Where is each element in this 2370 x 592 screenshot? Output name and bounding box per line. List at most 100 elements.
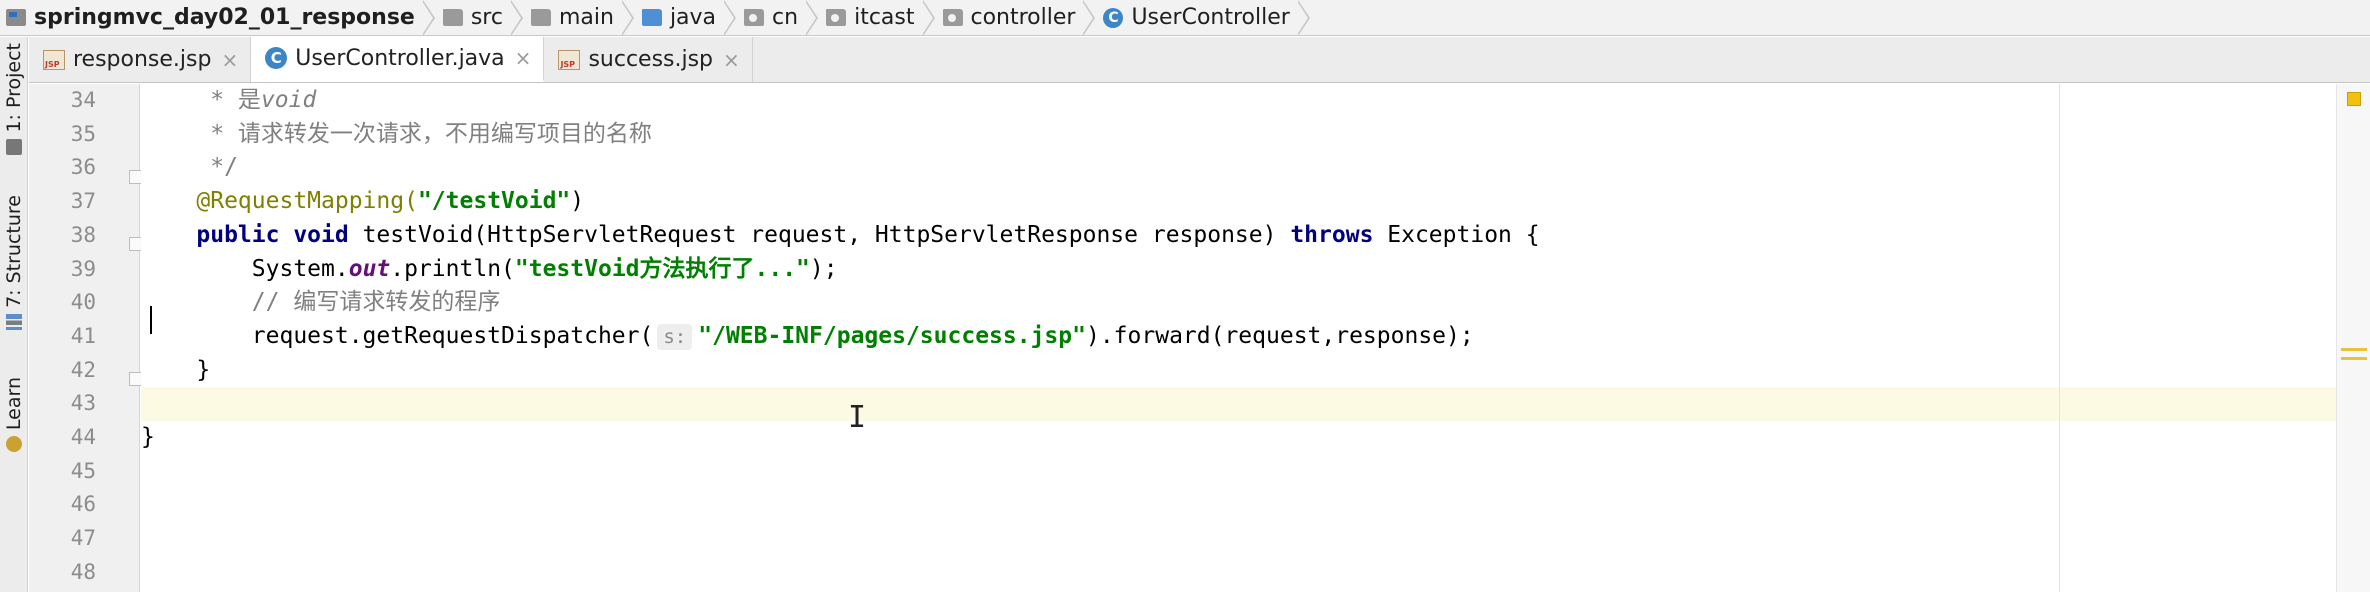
line-number: 39: [70, 256, 96, 281]
close-icon[interactable]: ×: [515, 46, 532, 70]
line-number: 47: [70, 526, 96, 551]
code-line-40: // 编写请求转发的程序: [141, 286, 2370, 320]
breadcrumb-label: java: [669, 5, 717, 30]
breadcrumb-separator: [1296, 0, 1310, 36]
breadcrumb-separator: [805, 0, 819, 36]
code-text: );: [809, 255, 838, 282]
breadcrumb-usercontroller[interactable]: C UserController: [1103, 0, 1293, 36]
folder-icon: [530, 9, 551, 26]
code-text: System.: [141, 255, 349, 282]
keyword-text: throws: [1290, 221, 1374, 248]
static-field: out: [348, 255, 391, 282]
jsp-badge: JSP: [45, 59, 60, 69]
navigation-bar: springmvc_day02_01_response src main jav…: [0, 0, 2370, 36]
right-margin-guide: [2059, 84, 2060, 592]
code-line-42: }: [141, 354, 2370, 388]
package-icon: [942, 9, 963, 26]
line-number: 42: [70, 357, 96, 382]
breadcrumb-java[interactable]: java: [641, 0, 720, 36]
tab-response-jsp[interactable]: JSP response.jsp ×: [29, 37, 252, 82]
comment-text: void: [260, 87, 317, 113]
error-stripe[interactable]: [2336, 84, 2370, 592]
line-number: 35: [70, 121, 96, 146]
string-literal: "/testVoid": [417, 188, 571, 215]
line-number: 43: [70, 391, 96, 416]
line-number: 45: [70, 458, 96, 483]
code-text: testVoid(HttpServletRequest request, Htt…: [362, 221, 1291, 248]
folder-icon: [442, 9, 463, 26]
class-icon: C: [1103, 7, 1124, 28]
package-icon: [744, 9, 765, 26]
code-line-37: @RequestMapping("/testVoid"): [141, 185, 2370, 219]
breadcrumb-label: controller: [970, 5, 1076, 30]
package-icon: [826, 9, 847, 26]
tab-success-jsp[interactable]: JSP success.jsp ×: [544, 37, 753, 82]
code-editor[interactable]: * 是void * 请求转发一次请求，不用编写项目的名称 */ @Request…: [141, 84, 2370, 592]
breadcrumb-label: itcast: [854, 5, 915, 30]
breadcrumb-separator: [723, 0, 737, 36]
project-icon: [6, 138, 22, 155]
code-line-43-current: [141, 387, 2370, 421]
keyword-text: public void: [141, 221, 363, 248]
breadcrumb-cn[interactable]: cn: [744, 0, 802, 36]
line-number: 38: [70, 222, 96, 247]
breadcrumb-separator: [620, 0, 634, 36]
structure-tool-label: 7: Structure: [3, 195, 25, 308]
jsp-file-icon: JSP: [43, 49, 65, 70]
line-number: 37: [70, 189, 96, 214]
class-icon: C: [265, 47, 288, 69]
line-number: 46: [70, 492, 96, 517]
breadcrumb-project-label: springmvc_day02_01_response: [34, 5, 415, 30]
breadcrumb-controller[interactable]: controller: [942, 0, 1080, 36]
line-number: 48: [70, 559, 96, 584]
annotation-text: @RequestMapping(: [141, 188, 418, 215]
comment-text: * 是: [141, 87, 261, 113]
line-number: 40: [70, 290, 96, 315]
code-line-35: * 请求转发一次请求，不用编写项目的名称: [141, 118, 2370, 152]
project-tool-button[interactable]: 1: Project: [0, 43, 28, 155]
learn-tool-button[interactable]: Learn: [0, 377, 28, 453]
code-text: }: [141, 356, 211, 383]
warning-marker[interactable]: [2341, 357, 2367, 360]
line-number: 34: [70, 88, 96, 112]
close-icon[interactable]: ×: [221, 48, 238, 72]
mouse-ibeam-cursor: I: [848, 400, 867, 435]
close-icon[interactable]: ×: [723, 48, 740, 72]
code-text: }: [141, 424, 155, 450]
breadcrumb-separator: [1082, 0, 1096, 36]
warning-status-icon[interactable]: [2347, 92, 2361, 106]
breadcrumb-itcast[interactable]: itcast: [826, 0, 918, 36]
code-text: request.getRequestDispatcher(: [141, 322, 654, 349]
structure-icon: [6, 313, 22, 330]
editor-gutter[interactable]: 34 35 36 37 38 39 40 41 42 43 44 45 46 4…: [29, 84, 140, 592]
jsp-badge: JSP: [560, 59, 576, 69]
warning-marker[interactable]: [2341, 348, 2367, 351]
code-line-38: public void testVoid(HttpServletRequest …: [141, 219, 2370, 253]
breadcrumb-src[interactable]: src: [442, 0, 507, 36]
module-icon: [6, 9, 26, 26]
tab-label: success.jsp: [588, 47, 714, 72]
breadcrumb-main[interactable]: main: [530, 0, 618, 36]
breadcrumb-label: cn: [772, 5, 799, 30]
line-number: 44: [70, 425, 96, 449]
structure-tool-button[interactable]: 7: Structure: [0, 195, 28, 330]
code-text: Exception {: [1373, 221, 1540, 248]
code-line-39: System.out.println("testVoid方法执行了...");: [141, 253, 2370, 287]
code-line-44: }: [141, 421, 2370, 455]
jsp-file-icon: JSP: [558, 49, 581, 70]
line-number: 41: [70, 323, 96, 348]
tab-usercontroller-java[interactable]: C UserController.java ×: [251, 37, 545, 82]
code-text: .println(: [390, 255, 515, 282]
tab-label: UserController.java: [295, 45, 505, 71]
tab-label: response.jsp: [73, 47, 212, 72]
parameter-hint: s:: [657, 323, 693, 350]
code-text: ): [570, 188, 585, 215]
breadcrumb-label: src: [470, 5, 503, 30]
breadcrumb-separator: [421, 0, 435, 36]
breadcrumb-separator: [921, 0, 935, 36]
breadcrumb-separator: [509, 0, 523, 36]
breadcrumb-label: main: [558, 5, 614, 30]
breadcrumb-project[interactable]: springmvc_day02_01_response: [6, 0, 419, 36]
